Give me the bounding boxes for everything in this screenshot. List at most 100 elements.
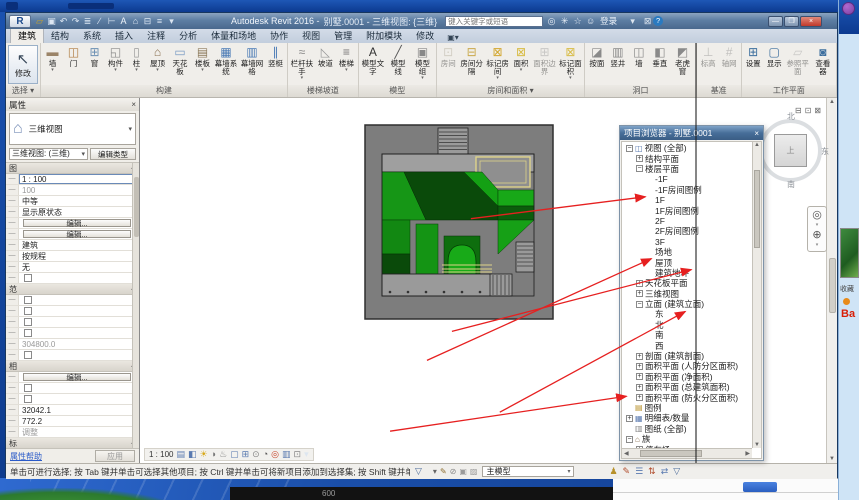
unlock-3d-icon[interactable]: ⊙ [252, 449, 260, 460]
property-group-header[interactable]: 相▲ [6, 361, 139, 372]
scrollbar-thumb[interactable] [829, 258, 836, 313]
tree-item[interactable]: − 立面 (建筑立面) [623, 299, 752, 309]
detail-level-icon[interactable]: ▤ [176, 449, 185, 460]
tree-item[interactable]: − ◫ 视图 (全部) [623, 143, 752, 153]
viewer-button[interactable]: ◙ 查看器 [811, 44, 835, 85]
property-row[interactable]: —100 [6, 185, 139, 196]
ceiling-button[interactable]: ▭ 天花板 [168, 44, 192, 85]
caret-icon[interactable]: ▾ [627, 16, 638, 27]
checkbox[interactable] [24, 318, 32, 326]
close-button[interactable]: × [800, 15, 822, 27]
workset-gray1-icon[interactable]: ▣ [459, 467, 467, 476]
tab-系统[interactable]: 系统 [76, 28, 108, 43]
checkbox[interactable] [24, 274, 32, 282]
floor-button[interactable]: ▤ 楼板 ▾ [192, 44, 213, 85]
tab-体量和场地[interactable]: 体量和场地 [204, 28, 263, 43]
ribbon-group-label[interactable]: 房间和面积 ▾ [436, 85, 585, 97]
view-restore-icon[interactable]: ⊡ [805, 106, 812, 115]
property-row[interactable]: — 中等 [6, 196, 139, 207]
updates-icon[interactable]: ⇅ [648, 466, 656, 477]
property-row[interactable]: — [6, 273, 139, 284]
property-row[interactable]: — 编辑... [6, 218, 139, 229]
scroll-left-icon[interactable]: ◀ [624, 450, 629, 457]
caret-icon[interactable]: ▾ [304, 449, 309, 460]
property-row[interactable]: — [6, 383, 139, 394]
wall-button[interactable]: ▬ 墙 ▾ [42, 44, 63, 85]
checkbox[interactable] [24, 296, 32, 304]
model-3d-view[interactable] [364, 124, 554, 320]
tab-修改[interactable]: 修改 [409, 28, 441, 43]
tab-管理[interactable]: 管理 [327, 28, 359, 43]
property-group-header[interactable]: 图▲ [6, 163, 139, 174]
property-value[interactable]: 编辑... [19, 229, 139, 239]
editable-only-icon[interactable]: ✎ [623, 466, 631, 477]
tree-item[interactable]: + 面积平面 (防火分区面积) [623, 392, 752, 403]
property-row[interactable]: — 显示原状态 [6, 207, 139, 218]
project-browser-titlebar[interactable]: 项目浏览器 - 别墅.0001 × [620, 126, 763, 140]
tab-插入[interactable]: 插入 [108, 28, 140, 43]
roof-button[interactable]: ⌂ 屋顶 ▾ [147, 44, 168, 85]
help-icon[interactable]: ? [653, 16, 664, 26]
property-value[interactable]: 显示原状态 [19, 207, 139, 217]
checkbox[interactable] [24, 351, 32, 359]
subscription-icon[interactable]: ✳ [559, 16, 570, 27]
crop-view-icon[interactable]: ▢ [230, 449, 239, 460]
property-value[interactable] [19, 328, 139, 338]
viewcube-top-face[interactable]: 上 [774, 134, 807, 167]
tree-horizontal-scrollbar[interactable]: ◀ ▶ [622, 448, 752, 458]
tree-item[interactable]: + 结构平面 [623, 153, 752, 164]
mullion-button[interactable]: ∥ 竖梃 [265, 44, 286, 85]
maximize-button[interactable]: ❒ [784, 15, 799, 27]
wall-opening-button[interactable]: ◫ 墙 [628, 44, 649, 85]
expand-icon[interactable]: + [636, 155, 643, 163]
tag-room-button[interactable]: ⊠ 标记房间 ▾ [485, 44, 511, 85]
area-button[interactable]: ⊠ 面积 ▾ [511, 44, 532, 85]
expand-icon[interactable]: + [636, 373, 643, 381]
visual-style-icon[interactable]: ◧ [188, 449, 197, 460]
type-selector[interactable]: ⌂ 三维视图 ▾ [9, 113, 136, 145]
scroll-up-icon[interactable]: ▲ [827, 99, 837, 105]
ribbon-display-toggle-icon[interactable]: ▣▾ [447, 33, 459, 43]
view-instance-combo[interactable]: 三维视图: (三维) ▾ [9, 147, 88, 160]
redo-icon[interactable]: ↷ [70, 15, 81, 27]
customize-icon[interactable]: ▾ [166, 15, 177, 27]
select-toggle-icon[interactable]: ⇄ [661, 466, 669, 477]
render-icon[interactable]: ♨ [219, 449, 227, 460]
tab-注释[interactable]: 注释 [140, 28, 172, 43]
default-3d-icon[interactable]: ⌂ [130, 15, 141, 27]
shaft-opening-button[interactable]: ▥ 竖井 [607, 44, 628, 85]
tree-item[interactable]: − 楼层平面 [623, 164, 752, 174]
property-value[interactable] [19, 306, 139, 316]
tree-item[interactable]: 2F房间图例 [623, 226, 752, 236]
tab-协作[interactable]: 协作 [263, 28, 295, 43]
tree-item-label[interactable]: 2F房间图例 [655, 225, 699, 237]
tab-建筑[interactable]: 建筑 [10, 27, 45, 43]
close-icon[interactable]: × [754, 129, 759, 138]
railing-button[interactable]: ≈ 栏杆扶手 ▾ [289, 44, 315, 85]
tree-item[interactable]: 场地 [623, 247, 752, 257]
compass-south[interactable]: 南 [787, 179, 795, 190]
scroll-right-icon[interactable]: ▶ [745, 450, 750, 457]
curtain-system-button[interactable]: ▦ 幕墙系统 [213, 44, 239, 85]
tree-item[interactable]: 东 [623, 309, 752, 319]
shadows-icon[interactable]: ◑ [211, 449, 216, 460]
show-work-plane-button[interactable]: ▢ 显示 [764, 44, 785, 85]
property-value[interactable] [19, 317, 139, 327]
scroll-up-icon[interactable]: ▲ [753, 142, 761, 148]
property-group-header[interactable]: 范▲ [6, 284, 139, 295]
property-value[interactable] [19, 273, 139, 283]
view-close-icon[interactable]: ⊠ [814, 106, 821, 115]
zoom-icon[interactable]: ⊕ [812, 229, 821, 241]
property-value[interactable]: 772.2 [19, 416, 139, 426]
property-row[interactable]: — [6, 295, 139, 306]
close-icon[interactable]: × [131, 100, 136, 109]
edit-button[interactable]: 编辑... [23, 230, 131, 239]
tree-item-label[interactable]: 立面 (建筑立面) [645, 298, 704, 310]
property-row[interactable]: — [6, 306, 139, 317]
tree-item[interactable]: 南 [623, 330, 752, 340]
property-row[interactable]: — 编辑... [6, 229, 139, 240]
tree-vertical-scrollbar[interactable]: ▲ ▼ [752, 142, 761, 448]
undo-icon[interactable]: ↶ [58, 15, 69, 27]
tab-结构[interactable]: 结构 [44, 28, 76, 43]
property-row[interactable]: — 无 [6, 262, 139, 273]
